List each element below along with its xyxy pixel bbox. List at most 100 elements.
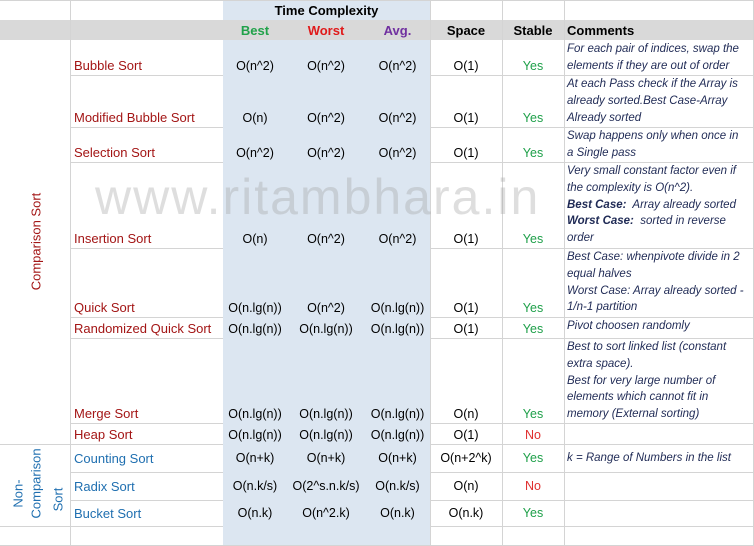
worst-case-text: sorted in reverse bbox=[640, 215, 726, 228]
stable-header: Stable bbox=[513, 23, 553, 38]
space-cell: O(1) bbox=[453, 428, 479, 442]
comment-best-case: Best Case: Array already sorted bbox=[567, 197, 752, 214]
grid-hline bbox=[0, 526, 223, 527]
worst-cell: O(n.lg(n)) bbox=[299, 407, 353, 421]
stable-cell: Yes bbox=[522, 407, 544, 421]
avg-cell: O(n+k) bbox=[378, 451, 417, 465]
non-comparison-label-line2: Comparison bbox=[28, 448, 44, 519]
worst-header: Worst bbox=[307, 23, 345, 38]
comment-line: elements which cannot fit in bbox=[567, 391, 709, 404]
space-cell: O(1) bbox=[453, 232, 479, 246]
time-complexity-label: Time Complexity bbox=[274, 3, 379, 18]
avg-cell: O(n^2) bbox=[378, 59, 417, 73]
comment-cell: At each Pass check if the Array is alread… bbox=[567, 76, 752, 126]
worst-cell: O(n.lg(n)) bbox=[299, 428, 353, 442]
worst-cell: O(2^s.n.k/s) bbox=[292, 479, 360, 493]
worst-cell: O(n^2) bbox=[307, 146, 345, 160]
comment-line: memory (External sorting) bbox=[567, 408, 700, 421]
space-cell: O(n) bbox=[453, 407, 479, 421]
grid-vline bbox=[564, 0, 565, 546]
comment-line: elements if they are out of order bbox=[567, 59, 730, 72]
space-cell: O(n.k) bbox=[448, 506, 484, 520]
comment-line: equal halves bbox=[567, 267, 632, 280]
comment-line: Worst Case: Array already sorted - bbox=[567, 284, 744, 297]
comment-cell: k = Range of Numbers in the list bbox=[567, 450, 752, 467]
space-cell: O(1) bbox=[453, 59, 479, 73]
best-case-label: Best Case: bbox=[567, 198, 627, 211]
non-comparison-label-line3: Sort bbox=[50, 487, 66, 512]
comment-cell: Very small constant factor even if the co… bbox=[567, 163, 752, 247]
best-cell: O(n.k) bbox=[237, 506, 273, 520]
algorithm-name: Modified Bubble Sort bbox=[74, 110, 195, 125]
comment-line: the complexity is O(n^2). bbox=[567, 181, 694, 194]
grid-hline bbox=[430, 526, 754, 527]
stable-cell: Yes bbox=[522, 301, 544, 315]
best-cell: O(n.k/s) bbox=[232, 479, 278, 493]
best-cell: O(n.lg(n)) bbox=[228, 407, 282, 421]
comment-line: Best to sort linked list (constant bbox=[567, 341, 727, 353]
space-cell: O(1) bbox=[453, 301, 479, 315]
comment-cell: Best to sort linked list (constant extra … bbox=[567, 339, 752, 423]
comment-line: a Single pass bbox=[567, 146, 637, 159]
algorithm-name: Quick Sort bbox=[74, 300, 135, 315]
comment-cell: Pivot choosen randomly bbox=[567, 318, 752, 335]
time-complexity-header: Time Complexity bbox=[223, 0, 430, 20]
non-comparison-label-line1: Non- bbox=[10, 479, 26, 508]
algorithm-name: Bucket Sort bbox=[74, 505, 142, 521]
best-cell: O(n.lg(n)) bbox=[228, 322, 282, 336]
best-cell: O(n.lg(n)) bbox=[228, 301, 282, 315]
best-case-text: Array already sorted bbox=[632, 198, 736, 211]
best-cell: O(n^2) bbox=[236, 146, 274, 160]
comment-cell: Best Case: whenpivote divide in 2 equal h… bbox=[567, 249, 752, 316]
stable-cell: Yes bbox=[522, 111, 544, 125]
avg-cell: O(n.lg(n)) bbox=[370, 322, 425, 336]
worst-cell: O(n^2) bbox=[307, 59, 345, 73]
comment-line: 1/n-1 partition bbox=[567, 301, 638, 314]
best-cell: O(n^2) bbox=[236, 59, 274, 73]
comment-cell: For each pair of indices, swap the elemen… bbox=[567, 41, 752, 75]
avg-cell: O(n.lg(n)) bbox=[370, 407, 425, 421]
comment-cell: Swap happens only when once in a Single p… bbox=[567, 128, 752, 162]
comment-line: already sorted.Best Case-Array bbox=[567, 94, 728, 107]
algorithm-name: Selection Sort bbox=[74, 145, 155, 160]
avg-cell: O(n.k) bbox=[380, 506, 415, 520]
space-cell: O(1) bbox=[453, 111, 479, 125]
worst-cell: O(n+k) bbox=[306, 451, 346, 465]
space-cell: O(1) bbox=[453, 322, 479, 336]
space-cell: O(n+2^k) bbox=[440, 451, 492, 465]
comment-line: extra space). bbox=[567, 357, 634, 370]
comment-line: order bbox=[567, 232, 594, 245]
avg-cell: O(n.lg(n)) bbox=[370, 301, 425, 315]
comment-worst-case: Worst Case: sorted in reverse bbox=[567, 213, 752, 230]
algorithm-name: Randomized Quick Sort bbox=[74, 321, 212, 336]
avg-cell: O(n.lg(n)) bbox=[370, 428, 425, 442]
algorithm-name: Radix Sort bbox=[74, 478, 135, 494]
worst-cell: O(n^2) bbox=[307, 111, 345, 125]
comment-line: Already sorted bbox=[567, 111, 642, 124]
algorithm-name: Heap Sort bbox=[74, 427, 133, 442]
best-cell: O(n.lg(n)) bbox=[228, 428, 282, 442]
best-cell: O(n+k) bbox=[235, 451, 275, 465]
avg-cell: O(n^2) bbox=[378, 232, 417, 246]
avg-cell: O(n^2) bbox=[378, 146, 417, 160]
comment-line: Best Case: whenpivote divide in 2 bbox=[567, 251, 740, 263]
stable-cell: No bbox=[525, 479, 541, 493]
stable-cell: No bbox=[525, 428, 541, 442]
avg-cell: O(n.k/s) bbox=[375, 479, 420, 493]
comment-line: Pivot choosen randomly bbox=[567, 320, 690, 332]
stable-cell: Yes bbox=[522, 146, 544, 160]
worst-cell: O(n^2.k) bbox=[302, 506, 350, 520]
worst-cell: O(n.lg(n)) bbox=[299, 322, 353, 336]
comment-line: For each pair of indices, swap the bbox=[567, 43, 739, 55]
stable-cell: Yes bbox=[522, 451, 544, 465]
stable-cell: Yes bbox=[522, 322, 544, 336]
stable-cell: Yes bbox=[522, 59, 544, 73]
worst-case-label: Worst Case: bbox=[567, 215, 634, 228]
algorithm-name: Counting Sort bbox=[74, 450, 154, 466]
comments-header: Comments bbox=[567, 23, 635, 38]
best-cell: O(n) bbox=[242, 111, 268, 125]
comment-line: Swap happens only when once in bbox=[567, 130, 739, 142]
comment-line: Very small constant factor even if bbox=[567, 165, 736, 177]
space-header: Space bbox=[446, 23, 486, 38]
best-cell: O(n) bbox=[242, 232, 268, 246]
